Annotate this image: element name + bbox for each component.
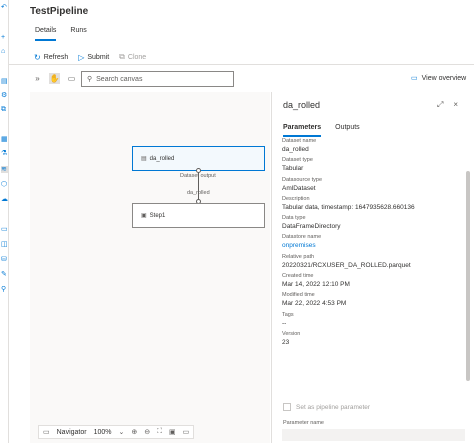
play-icon: ▷ [78, 52, 85, 62]
tab-outputs[interactable]: Outputs [335, 124, 360, 137]
edge-label-output: Dataset output [180, 173, 216, 179]
search-icon: ⚲ [87, 76, 93, 83]
expand-panel-icon[interactable]: ⤢ [437, 100, 443, 110]
field-created-time: Created time Mar 14, 2022 12:10 PM [282, 273, 350, 289]
back-icon[interactable]: ↶ [1, 4, 8, 11]
checkbox-label: Set as pipeline parameter [296, 403, 371, 411]
field-datastore-name: Datastore name onpremises [282, 234, 462, 250]
divider [9, 64, 474, 65]
field-relative-path: Relative path 20220321/RCXUSER_DA_ROLLED… [282, 253, 411, 269]
submit-button[interactable]: ▷ Submit [78, 53, 109, 62]
reset-icon[interactable]: ▣ [169, 428, 176, 436]
step-icon: ▣ [141, 213, 147, 219]
pipeline-canvas[interactable] [30, 92, 270, 443]
refresh-icon: ↻ [34, 52, 41, 62]
field-dataset-type: Dataset type Tabular [282, 157, 313, 173]
field-datasource-type: Datasource type AmlDataset [282, 176, 323, 192]
dataset-icon: ▤ [141, 156, 147, 162]
field-description: Description Tabular data, timestamp: 164… [282, 195, 415, 211]
endpoints-icon[interactable]: ☁ [1, 196, 8, 203]
field-dataset-name: Dataset name da_rolled [282, 138, 317, 153]
environments-icon[interactable]: ◫ [1, 241, 8, 248]
linked-services-icon[interactable]: ⚲ [1, 286, 8, 293]
refresh-label: Refresh [43, 53, 69, 61]
zoom-in-icon[interactable]: ⊕ [131, 428, 137, 436]
field-data-type: Data type DataFrameDirectory [282, 215, 341, 231]
pipelines-icon[interactable]: ≋ [1, 166, 8, 173]
navigator-icon: ▭ [43, 429, 50, 436]
automl-icon[interactable]: ⚙ [1, 92, 8, 99]
clone-label: Clone [127, 53, 147, 61]
canvas-toolbar: » ✋ ▭ [32, 73, 77, 84]
labeling-icon[interactable]: ✎ [1, 271, 8, 278]
compute-icon[interactable]: ▭ [1, 226, 8, 233]
page-title: TestPipeline [30, 6, 89, 17]
tab-parameters[interactable]: Parameters [283, 124, 322, 137]
navigator-bar: ▭ Navigator 100% ⌄ ⊕ ⊖ ⛶ ▣ ▭ [38, 425, 195, 439]
view-overview-button[interactable]: ▭ View overview [411, 74, 467, 83]
clone-button[interactable]: ⧉ Clone [119, 52, 146, 62]
expand-icon[interactable]: » [32, 73, 43, 84]
actual-size-icon[interactable]: ▭ [183, 428, 190, 436]
datasets-icon[interactable]: ▦ [1, 136, 8, 143]
field-tags: Tags -- [282, 311, 294, 327]
parameter-name-label: Parameter name [283, 420, 324, 426]
toolbar: ↻ Refresh ▷ Submit ⧉ Clone [34, 52, 146, 62]
datastores-icon[interactable]: ⛁ [1, 256, 8, 263]
field-modified-time: Modified time Mar 22, 2022 4:53 PM [282, 292, 347, 308]
field-version: Version 23 [282, 330, 301, 346]
panel-tabs: Parameters Outputs [283, 124, 360, 137]
minimap-icon[interactable]: ▭ [66, 73, 77, 84]
fit-icon[interactable]: ⛶ [157, 428, 162, 436]
submit-label: Submit [87, 53, 110, 61]
pan-hand-icon[interactable]: ✋ [49, 73, 60, 84]
experiments-icon[interactable]: ⚗ [1, 150, 8, 157]
designer-icon[interactable]: ⧉ [1, 106, 8, 113]
checkbox-box[interactable] [283, 403, 291, 411]
search-canvas-box: ⚲ [81, 71, 234, 87]
zoom-out-icon[interactable]: ⊖ [144, 428, 150, 436]
pipeline-parameter-checkbox[interactable]: Set as pipeline parameter [283, 403, 370, 411]
refresh-button[interactable]: ↻ Refresh [34, 53, 68, 62]
plus-icon[interactable]: + [1, 34, 8, 41]
edge-label-input: da_rolled [187, 190, 210, 196]
panel-title: da_rolled [283, 100, 321, 110]
panel-actions: ⤢ × [437, 100, 458, 110]
zoom-level[interactable]: 100% [94, 429, 112, 436]
search-input[interactable] [96, 75, 227, 83]
main-tabs: Details Runs [35, 27, 87, 41]
notebook-icon[interactable]: ▤ [1, 78, 8, 85]
left-nav-rail: ↶ + ⌂ ▤ ⚙ ⧉ ▦ ⚗ ≋ ⬡ ☁ ▭ ◫ ⛁ ✎ ⚲ [0, 0, 9, 443]
zoom-dropdown-icon[interactable]: ⌄ [119, 428, 125, 436]
panel-scrollbar[interactable] [465, 141, 471, 388]
parameter-list: Dataset name da_rolled Dataset type Tabu… [282, 138, 462, 350]
dataset-node-label: da_rolled [149, 155, 175, 162]
tab-details[interactable]: Details [35, 27, 57, 41]
close-icon[interactable]: × [453, 100, 458, 110]
view-overview-label: View overview [421, 74, 467, 82]
parameter-name-input[interactable] [282, 429, 465, 441]
tab-runs[interactable]: Runs [70, 27, 86, 41]
models-icon[interactable]: ⬡ [1, 181, 8, 188]
step-node-label: Step1 [149, 212, 166, 219]
navigator-label[interactable]: Navigator [57, 429, 87, 436]
clone-icon: ⧉ [119, 52, 125, 61]
datastore-link[interactable]: onpremises [282, 241, 462, 250]
step-node[interactable]: ▣ Step1 [132, 203, 265, 228]
home-icon[interactable]: ⌂ [1, 48, 8, 55]
scrollbar-thumb[interactable] [466, 171, 470, 381]
overview-icon: ▭ [411, 75, 418, 82]
